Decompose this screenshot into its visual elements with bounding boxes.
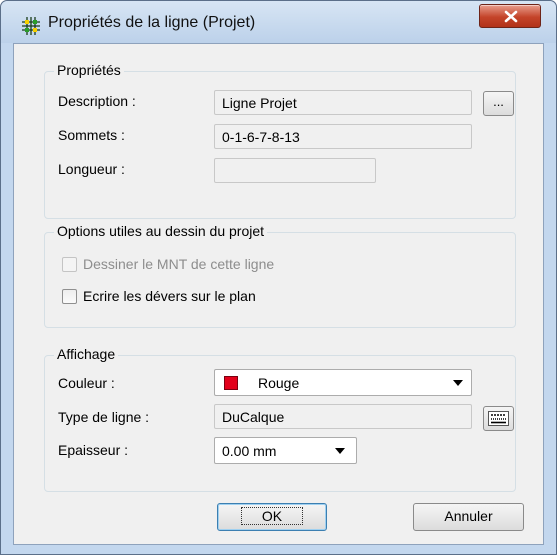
dessiner-mnt-checkbox[interactable] <box>62 257 77 272</box>
ecrire-devers-label[interactable]: Ecrire les dévers sur le plan <box>83 288 256 304</box>
options-legend: Options utiles au dessin du projet <box>54 223 268 239</box>
proprietes-legend: Propriétés <box>54 62 124 78</box>
line-properties-icon <box>22 17 40 35</box>
proprietes-group: Propriétés Description : Ligne Projet ..… <box>44 62 516 219</box>
dialog-client: Propriétés Description : Ligne Projet ..… <box>13 43 544 545</box>
browse-button[interactable]: ... <box>483 91 514 116</box>
description-field[interactable]: Ligne Projet <box>214 90 472 115</box>
type-ligne-label: Type de ligne : <box>58 409 150 425</box>
sommets-field[interactable]: 0-1-6-7-8-13 <box>214 124 472 149</box>
dialog-window: Propriétés de la ligne (Projet) Propriét… <box>0 0 557 555</box>
ok-button[interactable]: OK <box>217 503 327 531</box>
close-icon <box>504 10 518 23</box>
description-label: Description : <box>58 93 136 109</box>
chevron-down-icon <box>335 448 345 454</box>
options-group: Options utiles au dessin du projet Dessi… <box>44 223 516 328</box>
dessiner-mnt-label[interactable]: Dessiner le MNT de cette ligne <box>83 256 274 272</box>
line-style-icon <box>488 411 509 426</box>
couleur-value: Rouge <box>258 375 300 391</box>
longueur-label: Longueur : <box>58 161 125 177</box>
couleur-label: Couleur : <box>58 375 115 391</box>
ok-label: OK <box>240 507 304 525</box>
line-style-button[interactable] <box>483 406 514 431</box>
epaisseur-label: Epaisseur : <box>58 442 129 458</box>
affichage-legend: Affichage <box>54 346 119 362</box>
cancel-button[interactable]: Annuler <box>413 503 524 531</box>
type-ligne-field[interactable]: DuCalque <box>214 404 472 429</box>
cancel-label: Annuler <box>444 508 493 524</box>
chevron-down-icon <box>453 380 463 386</box>
epaisseur-value: 0.00 mm <box>222 443 277 459</box>
browse-label: ... <box>493 94 504 109</box>
close-button[interactable] <box>479 4 541 28</box>
longueur-field[interactable] <box>214 158 376 183</box>
color-swatch <box>224 376 238 390</box>
couleur-select[interactable]: Rouge <box>214 369 472 396</box>
affichage-group: Affichage Couleur : Rouge Type de ligne … <box>44 346 516 492</box>
ecrire-devers-checkbox[interactable] <box>62 289 77 304</box>
title-bar[interactable]: Propriétés de la ligne (Projet) <box>1 1 556 43</box>
epaisseur-select[interactable]: 0.00 mm <box>214 437 357 464</box>
sommets-label: Sommets : <box>58 127 125 143</box>
window-title: Propriétés de la ligne (Projet) <box>48 14 256 31</box>
